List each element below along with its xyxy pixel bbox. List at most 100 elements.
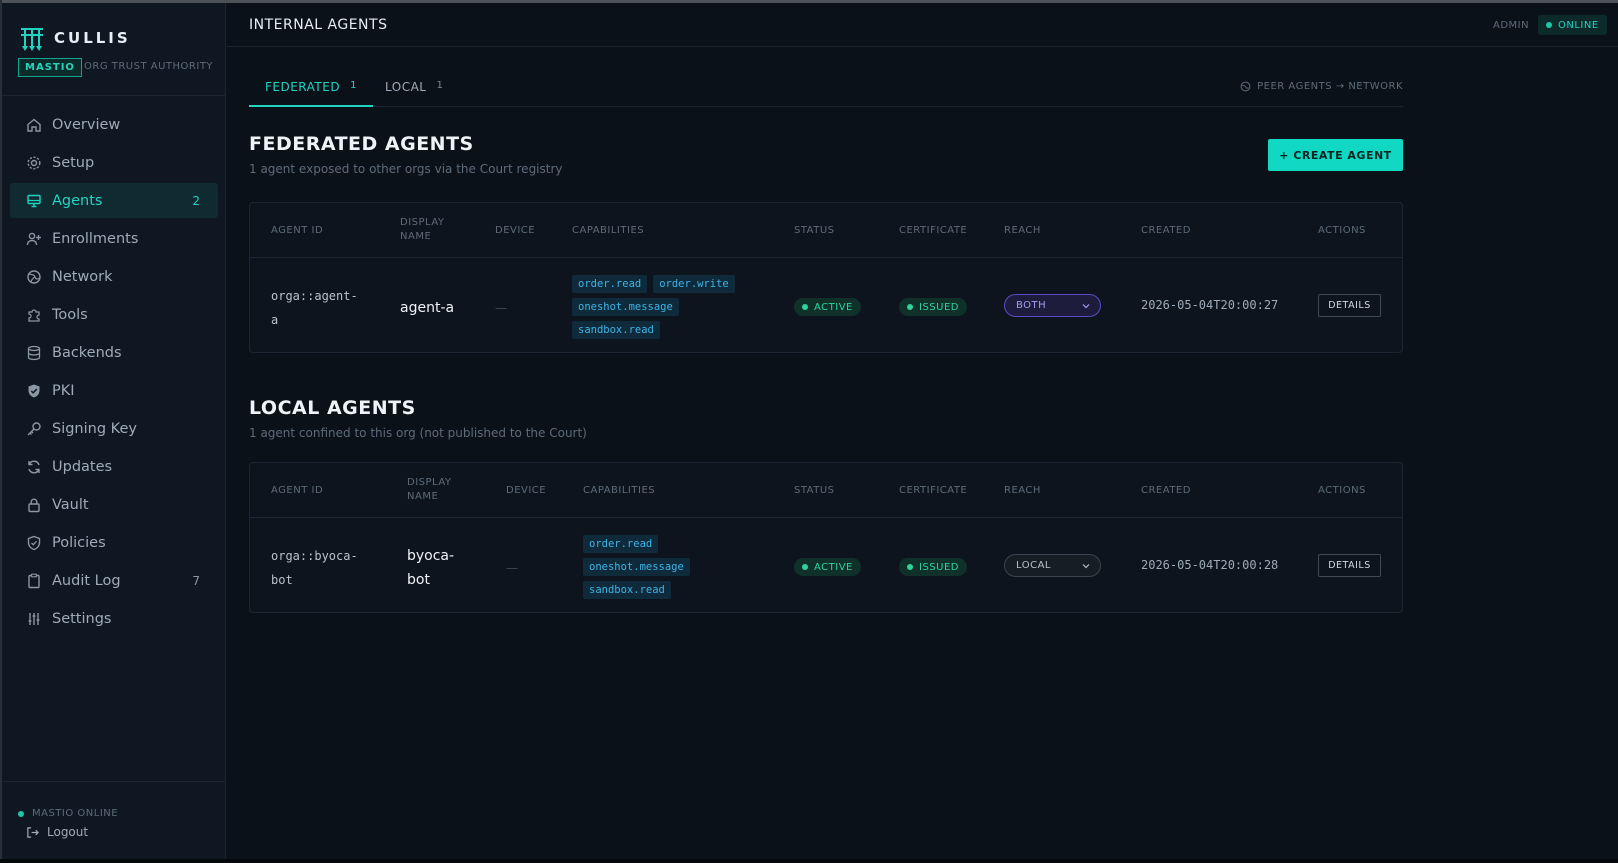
puzzle-icon — [26, 307, 42, 323]
chevron-down-icon — [1082, 563, 1090, 568]
column-header: DISPLAY NAME — [407, 477, 452, 502]
capabilities-list: order.read oneshot.message sandbox.read — [583, 535, 783, 604]
sidebar-item-pki[interactable]: PKI — [10, 373, 218, 408]
tab-label: LOCAL — [385, 80, 427, 94]
agents-count-badge: 2 — [192, 193, 200, 208]
column-header: DEVICE — [506, 485, 547, 496]
user-plus-icon — [26, 231, 42, 247]
chevron-down-icon — [1082, 303, 1090, 308]
reach-value: LOCAL — [1016, 560, 1051, 571]
sidebar-item-policies[interactable]: Policies — [10, 525, 218, 560]
status-label: ACTIVE — [814, 561, 853, 573]
status-badge: ACTIVE — [794, 298, 861, 316]
sidebar-nav: Overview Setup Agents 2 Enrollments Netw… — [10, 107, 218, 639]
column-header: CAPABILITIES — [572, 225, 645, 236]
sidebar-item-label: Tools — [52, 306, 88, 323]
home-icon — [26, 117, 42, 133]
sidebar-item-label: Audit Log — [52, 572, 121, 589]
capability-chip: order.read — [583, 535, 659, 553]
mastio-status-label: MASTIO ONLINE — [32, 808, 119, 819]
status-dot-icon — [18, 810, 24, 817]
logout-button[interactable]: Logout — [26, 825, 88, 839]
created-timestamp: 2026-05-04T20:00:28 — [1141, 558, 1279, 572]
sidebar-item-label: Agents — [52, 192, 103, 209]
details-button[interactable]: DETAILS — [1318, 554, 1381, 577]
certificate-badge: ISSUED — [899, 558, 967, 576]
sidebar: CULLIS MASTIO ORG TRUST AUTHORITY Overvi… — [2, 3, 226, 859]
device-value: — — [495, 301, 507, 315]
mastio-status: MASTIO ONLINE — [18, 808, 118, 819]
agent-tabs: FEDERATED 1 LOCAL 1 PEER AGENTS → NETWOR… — [249, 75, 1403, 107]
cullis-logo-icon — [21, 28, 43, 51]
local-agents-table: AGENT ID DISPLAY NAME DEVICE CAPABILITIE… — [249, 462, 1403, 613]
monitor-icon — [26, 193, 42, 209]
column-header: AGENT ID — [271, 485, 324, 496]
sidebar-item-vault[interactable]: Vault — [10, 487, 218, 522]
capability-chip: oneshot.message — [572, 298, 679, 316]
sidebar-item-label: Policies — [52, 534, 106, 551]
tab-local[interactable]: LOCAL 1 — [369, 75, 459, 107]
brand: CULLIS MASTIO ORG TRUST AUTHORITY — [18, 23, 218, 83]
local-section-subtitle: 1 agent confined to this org (not publis… — [249, 426, 587, 440]
certificate-label: ISSUED — [919, 301, 959, 313]
details-cell: DETAILS — [1318, 294, 1381, 317]
column-header: CERTIFICATE — [899, 485, 968, 496]
mastio-badge: MASTIO — [18, 58, 82, 77]
tab-count: 1 — [436, 80, 444, 91]
peer-agents-network-link[interactable]: PEER AGENTS → NETWORK — [1240, 81, 1403, 92]
column-header: DEVICE — [495, 225, 536, 236]
peer-agents-link-label: PEER AGENTS → NETWORK — [1257, 81, 1403, 92]
online-status-label: ONLINE — [1558, 19, 1599, 31]
tab-label: FEDERATED — [265, 80, 341, 94]
capability-chip: sandbox.read — [572, 321, 660, 339]
sidebar-item-label: Updates — [52, 458, 113, 475]
sidebar-item-label: Settings — [52, 610, 112, 627]
page-title: INTERNAL AGENTS — [249, 17, 388, 33]
sidebar-item-enrollments[interactable]: Enrollments — [10, 221, 218, 256]
brand-name: CULLIS — [54, 29, 131, 47]
globe-icon — [1240, 81, 1251, 92]
capability-chip: order.read — [572, 275, 648, 293]
sidebar-item-overview[interactable]: Overview — [10, 107, 218, 142]
agent-id-line: a — [271, 313, 279, 327]
capability-chip: sandbox.read — [583, 581, 671, 599]
sidebar-item-updates[interactable]: Updates — [10, 449, 218, 484]
logout-icon — [27, 826, 39, 838]
sidebar-item-network[interactable]: Network — [10, 259, 218, 294]
database-icon — [26, 345, 42, 361]
sidebar-item-audit-log[interactable]: Audit Log 7 — [10, 563, 218, 598]
online-dot-icon — [1546, 22, 1552, 28]
sidebar-item-setup[interactable]: Setup — [10, 145, 218, 180]
sidebar-item-agents[interactable]: Agents 2 — [10, 183, 218, 218]
reach-select[interactable]: BOTH — [1004, 294, 1101, 317]
audit-log-count-badge: 7 — [192, 573, 200, 588]
tab-federated[interactable]: FEDERATED 1 — [249, 75, 373, 107]
column-header: STATUS — [794, 485, 835, 496]
capability-chip: oneshot.message — [583, 558, 690, 576]
lock-icon — [26, 497, 42, 513]
sidebar-item-tools[interactable]: Tools — [10, 297, 218, 332]
reach-select[interactable]: LOCAL — [1004, 554, 1101, 577]
display-name-line: byoca- — [407, 548, 455, 564]
agent-id: orga::agent- a — [271, 284, 358, 332]
sidebar-item-backends[interactable]: Backends — [10, 335, 218, 370]
table-header: AGENT ID DISPLAY NAME DEVICE CAPABILITIE… — [250, 463, 1402, 518]
details-cell: DETAILS — [1318, 554, 1381, 577]
sidebar-item-label: PKI — [52, 382, 75, 399]
status-dot-icon — [802, 304, 808, 310]
federated-agents-table: AGENT ID DISPLAY NAME DEVICE CAPABILITIE… — [249, 202, 1403, 353]
sidebar-item-signing-key[interactable]: Signing Key — [10, 411, 218, 446]
sidebar-item-settings[interactable]: Settings — [10, 601, 218, 636]
shield-check-icon — [26, 383, 42, 399]
gear-icon — [26, 155, 42, 171]
sidebar-item-label: Backends — [52, 344, 122, 361]
federated-section-subtitle: 1 agent exposed to other orgs via the Co… — [249, 162, 563, 176]
status-dot-icon — [907, 564, 913, 570]
reach-value: BOTH — [1016, 300, 1047, 311]
details-button[interactable]: DETAILS — [1318, 294, 1381, 317]
status-label: ACTIVE — [814, 301, 853, 313]
status-badge: ACTIVE — [794, 558, 861, 576]
create-agent-button[interactable]: + CREATE AGENT — [1268, 139, 1403, 171]
key-icon — [26, 421, 42, 437]
agent-id-line: bot — [271, 573, 293, 587]
